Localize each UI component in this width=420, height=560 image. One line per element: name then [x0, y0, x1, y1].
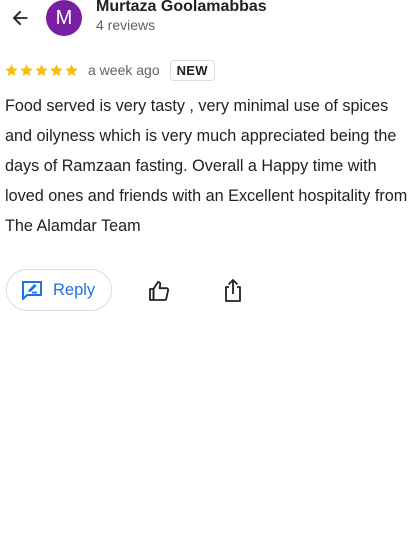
review-time: a week ago	[88, 62, 160, 78]
avatar-initial: M	[55, 6, 73, 29]
reply-icon	[22, 281, 42, 300]
arrow-back-icon	[12, 10, 28, 26]
star-icon	[50, 63, 63, 76]
like-button[interactable]	[146, 278, 172, 304]
review-count: 4 reviews	[96, 17, 156, 33]
reviewer-name[interactable]: Murtaza Goolamabbas	[96, 0, 267, 16]
share-button[interactable]	[220, 276, 246, 304]
review-text: Food served is very tasty , very minimal…	[5, 97, 408, 235]
avatar[interactable]: M	[46, 0, 82, 36]
share-icon	[225, 279, 241, 302]
star-rating	[4, 63, 79, 78]
thumbs-up-icon	[149, 281, 170, 301]
reply-label: Reply	[53, 280, 96, 299]
star-icon	[35, 63, 48, 76]
star-icon	[20, 63, 33, 76]
review-header: M Murtaza Goolamabbas 4 reviews	[0, 0, 420, 44]
star-icon	[65, 63, 78, 76]
review-screen: M Murtaza Goolamabbas 4 reviews a week a…	[0, 0, 420, 560]
review-actions: Reply	[0, 268, 420, 314]
back-button[interactable]	[4, 2, 36, 34]
star-icon	[5, 63, 18, 76]
reply-button[interactable]: Reply	[6, 269, 112, 311]
new-badge: NEW	[169, 59, 215, 81]
review-meta: a week ago NEW	[4, 58, 215, 82]
